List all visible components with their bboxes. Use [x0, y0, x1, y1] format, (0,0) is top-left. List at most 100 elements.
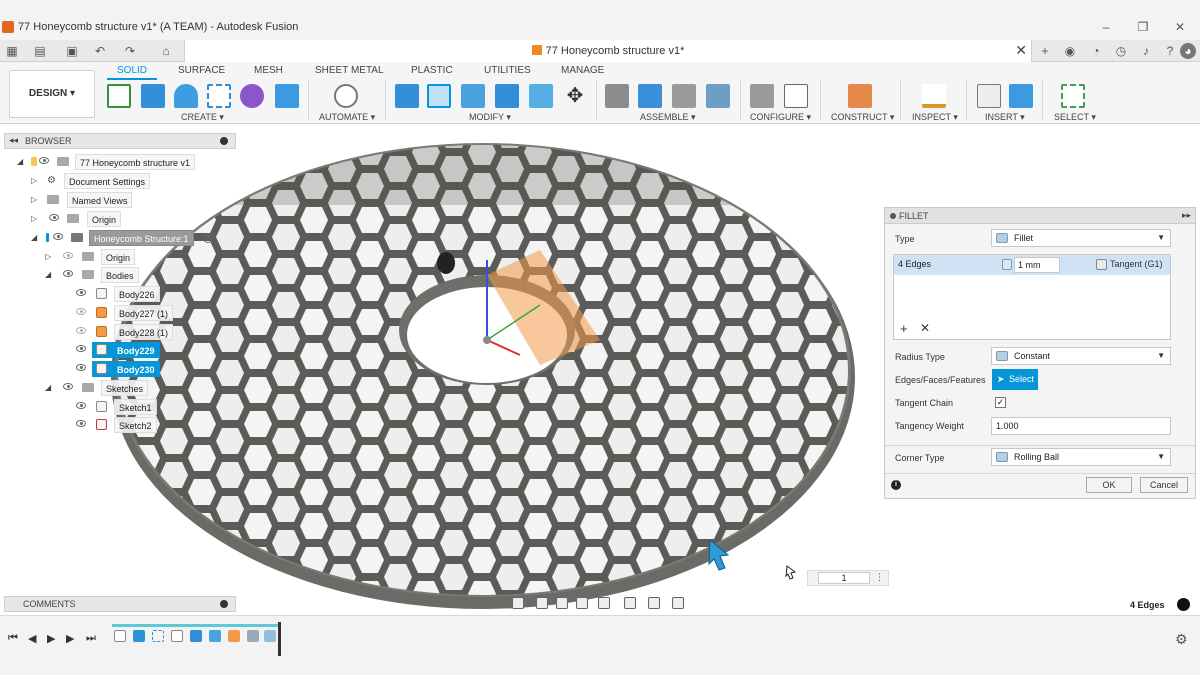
minimize-button[interactable]: –	[1098, 19, 1114, 35]
radius-type-dropdown[interactable]: Constant ▼	[991, 347, 1171, 365]
combine-icon[interactable]	[529, 84, 553, 108]
selection-filter-icon[interactable]	[1177, 598, 1190, 611]
job-status-icon[interactable]: ◔	[1088, 43, 1104, 59]
tree-item-body227[interactable]: Body227 (1)	[76, 305, 186, 321]
tree-item-component-origin[interactable]: ▷ Origin	[45, 249, 205, 265]
as-built-joint-icon[interactable]	[672, 84, 696, 108]
home-icon[interactable]: ⌂	[158, 43, 174, 59]
grid-settings-icon[interactable]	[648, 597, 660, 609]
configure-menu[interactable]: CONFIGURE ▾	[750, 112, 811, 123]
expand-icon[interactable]: ◢	[45, 383, 51, 392]
tree-item-sketches[interactable]: ◢ Sketches	[45, 380, 205, 396]
add-selection-set-icon[interactable]: +	[900, 321, 908, 336]
timeline-split-icon[interactable]	[247, 630, 259, 642]
tab-utilities[interactable]: UTILITIES	[484, 65, 531, 76]
insert-menu[interactable]: INSERT ▾	[985, 112, 1025, 123]
visibility-eye-icon[interactable]	[76, 345, 86, 352]
file-menu-icon[interactable]: ▤	[32, 43, 48, 59]
step-back-icon[interactable]: ◀	[28, 632, 36, 645]
timeline-fillet-icon[interactable]	[264, 630, 276, 642]
pager-value-input[interactable]: 1	[818, 572, 870, 584]
expand-dialog-icon[interactable]: ▸▸	[1182, 210, 1191, 221]
pan-hand-icon[interactable]	[556, 597, 568, 609]
zoom-window-icon[interactable]	[598, 597, 610, 609]
measure-icon[interactable]	[922, 84, 946, 108]
new-component-icon[interactable]	[605, 84, 629, 108]
timeline-extrude-icon[interactable]	[133, 630, 145, 642]
edge-set-row[interactable]: 4 Edges 1 mm Tangent (G1)	[894, 255, 1170, 275]
tree-item-sketch2[interactable]: Sketch2	[76, 417, 186, 433]
restore-button[interactable]: ❐	[1135, 19, 1151, 35]
expand-icon[interactable]: ◢	[45, 270, 51, 279]
tangent-chain-checkbox[interactable]: ✓	[995, 397, 1006, 408]
modify-menu[interactable]: MODIFY ▾	[469, 112, 511, 123]
app-grid-icon[interactable]: ▦	[4, 43, 20, 59]
select-window-icon[interactable]	[1061, 84, 1085, 108]
visibility-eye-icon[interactable]	[76, 327, 86, 334]
automate-icon[interactable]	[334, 84, 358, 108]
tree-item-body226[interactable]: Body226	[76, 286, 186, 302]
timeline-sketch-icon[interactable]	[171, 630, 183, 642]
browser-pin-icon[interactable]	[220, 137, 228, 145]
joint-icon[interactable]	[638, 84, 662, 108]
history-clock-icon[interactable]: ◷	[1113, 43, 1129, 59]
document-tab[interactable]: 77 Honeycomb structure v1* ✕	[184, 40, 1032, 62]
tangency-weight-input[interactable]: 1.000	[991, 417, 1171, 435]
timeline-strip[interactable]	[112, 622, 281, 656]
visibility-eye-icon[interactable]	[63, 270, 73, 277]
tree-item-document-settings[interactable]: ▷ ⚙ Document Settings	[31, 173, 191, 189]
select-menu[interactable]: SELECT ▾	[1054, 112, 1096, 123]
revolve-icon[interactable]	[174, 84, 198, 108]
type-dropdown[interactable]: Fillet ▼	[991, 229, 1171, 247]
collapse-arrows-icon[interactable]: ◂◂	[9, 135, 18, 146]
continuity-dropdown[interactable]: Tangent (G1)	[1110, 259, 1163, 269]
expand-icon[interactable]: ▷	[45, 252, 51, 261]
tree-item-sketch1[interactable]: Sketch1	[76, 399, 186, 415]
dialog-pin-icon[interactable]	[890, 213, 896, 219]
visibility-eye-icon[interactable]	[76, 289, 86, 296]
tab-solid[interactable]: SOLID	[106, 65, 158, 80]
shell-icon[interactable]	[495, 84, 519, 108]
document-tab-close-icon[interactable]: ✕	[1015, 42, 1027, 59]
visibility-eye-icon[interactable]	[63, 252, 73, 259]
sweep-icon[interactable]	[207, 84, 231, 108]
expand-icon[interactable]: ▷	[31, 214, 37, 223]
fillet-dialog-header[interactable]: FILLET ▸▸	[885, 208, 1195, 224]
visibility-eye-icon[interactable]	[53, 233, 63, 240]
timeline-combine-icon[interactable]	[209, 630, 221, 642]
tab-mesh[interactable]: MESH	[254, 65, 283, 76]
save-icon[interactable]: ▣	[64, 43, 80, 59]
move-copy-icon[interactable]: ✥	[563, 84, 587, 108]
tree-item-body229[interactable]: Body229	[76, 342, 186, 358]
tree-item-bodies[interactable]: ◢ Bodies	[45, 267, 205, 283]
press-pull-icon[interactable]	[395, 84, 419, 108]
timeline-settings-gear-icon[interactable]: ⚙	[1175, 631, 1188, 648]
visibility-eye-icon[interactable]	[63, 383, 73, 390]
configuration-table-icon[interactable]	[784, 84, 808, 108]
visibility-eye-icon[interactable]	[76, 364, 86, 371]
timeline-extrude-icon[interactable]	[190, 630, 202, 642]
assemble-menu[interactable]: ASSEMBLE ▾	[640, 112, 696, 123]
box-icon[interactable]	[275, 84, 299, 108]
inspect-menu[interactable]: INSPECT ▾	[912, 112, 958, 123]
create-sketch-icon[interactable]	[107, 84, 131, 108]
play-icon[interactable]: ▶	[47, 632, 55, 645]
radius-input[interactable]: 1 mm	[1014, 257, 1060, 273]
viewports-icon[interactable]	[672, 597, 684, 609]
visibility-eye-icon[interactable]	[76, 308, 86, 315]
insert-canvas-icon[interactable]	[1009, 84, 1033, 108]
extensions-icon[interactable]: ◉	[1062, 43, 1078, 59]
visibility-eye-icon[interactable]	[76, 402, 86, 409]
workspace-switcher-button[interactable]: DESIGN ▾	[9, 70, 95, 118]
fillet-icon[interactable]	[427, 84, 451, 108]
close-window-button[interactable]: ✕	[1172, 19, 1188, 35]
tab-sheet-metal[interactable]: SHEET METAL	[315, 65, 384, 76]
visibility-eye-icon[interactable]	[39, 157, 49, 164]
tree-item-component[interactable]: ◢ Honeycomb Structure:1	[31, 230, 221, 246]
new-tab-icon[interactable]: +	[1037, 43, 1053, 59]
timeline-pattern-icon[interactable]	[152, 630, 164, 642]
expand-icon[interactable]: ◢	[31, 233, 37, 242]
tree-item-named-views[interactable]: ▷ Named Views	[31, 192, 191, 208]
expand-icon[interactable]: ▷	[31, 176, 37, 185]
timeline-sketch-icon[interactable]	[114, 630, 126, 642]
